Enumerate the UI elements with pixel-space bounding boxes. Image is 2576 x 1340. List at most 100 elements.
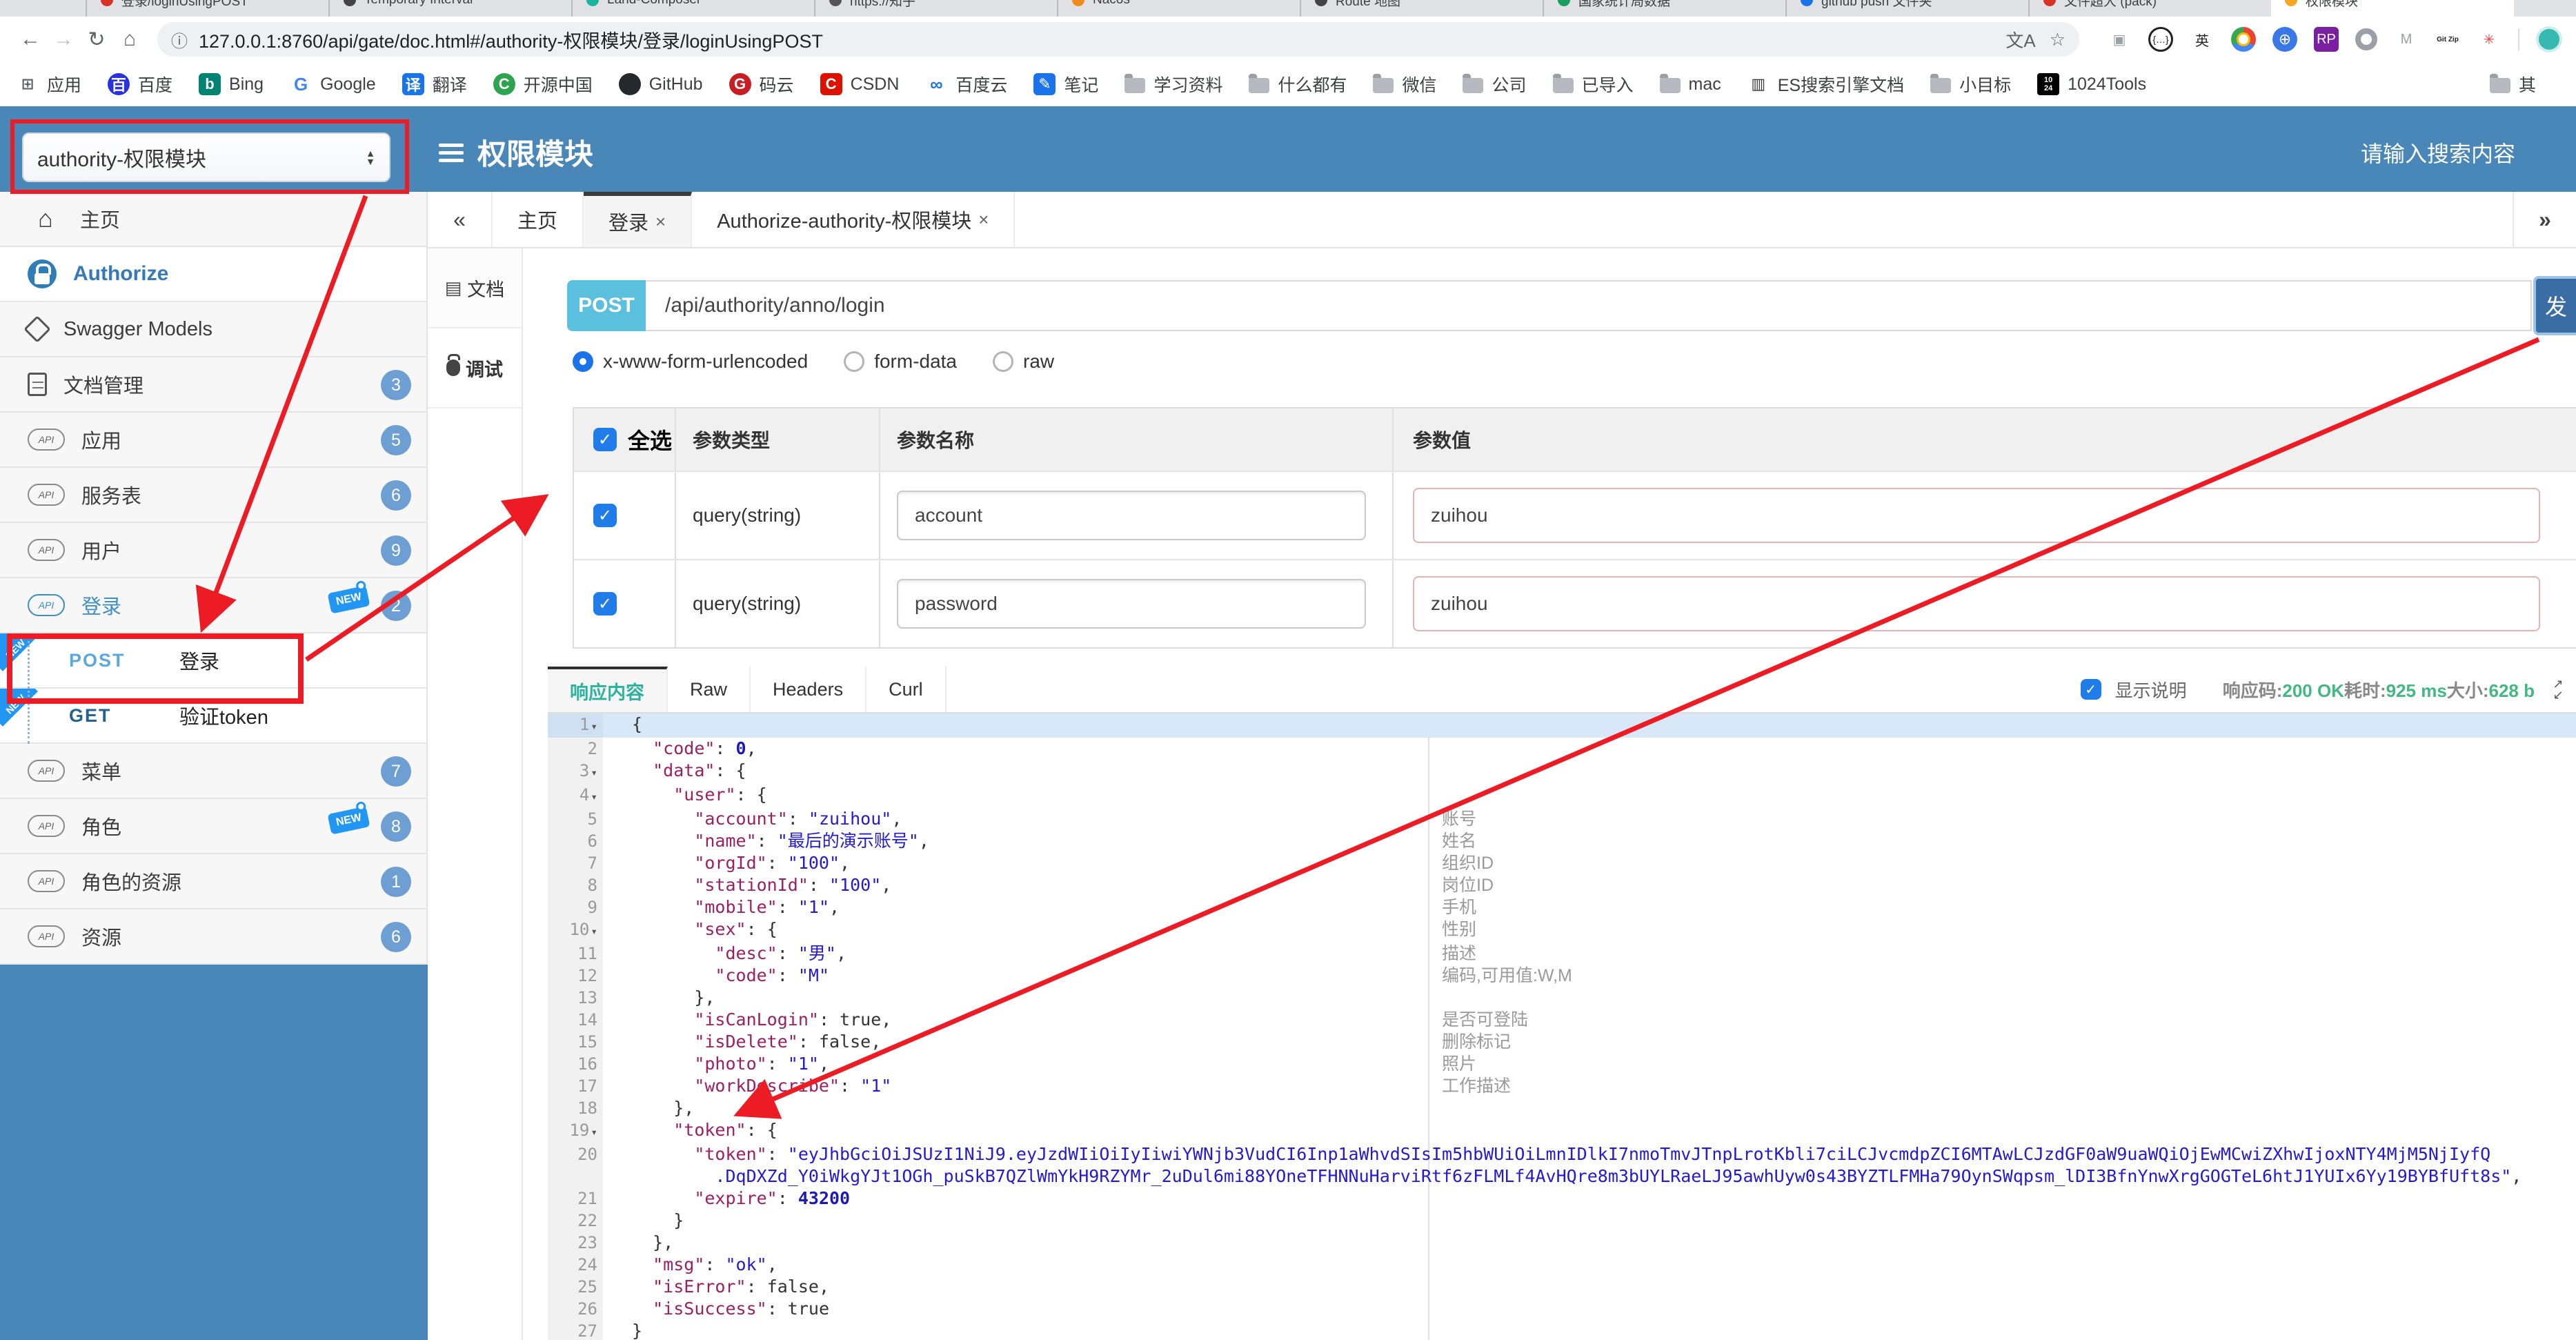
doc-nav-item[interactable]: 文档 xyxy=(428,248,522,328)
line-number[interactable]: 17 xyxy=(548,1075,603,1097)
line-number[interactable]: 3 ▾ xyxy=(548,760,603,784)
content-tab[interactable]: Authorize-authority-权限模块 × xyxy=(692,192,1015,247)
sidebar-item[interactable]: 用户 9 xyxy=(0,523,426,578)
bookmark-star-icon[interactable]: ☆ xyxy=(2050,29,2065,50)
content-tab[interactable]: 登录 × xyxy=(584,192,693,247)
request-url-input[interactable]: /api/authority/anno/login xyxy=(646,280,2532,331)
close-tab-icon[interactable]: × xyxy=(978,209,989,230)
row-checkbox[interactable] xyxy=(593,504,617,527)
param-name-input[interactable]: account xyxy=(897,491,1366,540)
sidebar-item[interactable]: 菜单 7 xyxy=(0,744,426,799)
row-checkbox[interactable] xyxy=(593,592,617,615)
reload-icon[interactable]: ↻ xyxy=(80,28,113,52)
extension-icon[interactable]: 英 xyxy=(2190,27,2215,52)
browser-tab[interactable]: github push 文件夹 xyxy=(1785,0,2028,17)
sidebar-item[interactable]: 登录 NEW 2 xyxy=(0,578,426,633)
line-number[interactable]: 11 xyxy=(548,943,603,965)
line-number[interactable]: 1 ▾ xyxy=(548,713,603,738)
line-number[interactable]: 6 xyxy=(548,830,603,852)
line-number[interactable]: 2 xyxy=(548,738,603,760)
param-name-input[interactable]: password xyxy=(897,579,1366,629)
sidebar-item[interactable]: 资源 6 xyxy=(0,909,426,965)
line-number[interactable]: 21 xyxy=(548,1188,603,1210)
bookmark-item[interactable]: 10 24 1024Tools xyxy=(2037,73,2146,95)
body-type-radio[interactable]: x-www-form-urlencoded xyxy=(573,351,808,373)
bookmark-item[interactable]: 公司 xyxy=(1463,72,1527,97)
bookmark-item[interactable]: 百 百度 xyxy=(108,72,172,97)
fold-caret-icon[interactable]: ▾ xyxy=(591,1125,597,1139)
line-number[interactable]: 20 xyxy=(548,1143,603,1188)
extension-icon[interactable]: {…} xyxy=(2148,27,2173,52)
fold-caret-icon[interactable]: ▾ xyxy=(591,720,597,733)
extension-icon[interactable] xyxy=(2272,27,2297,52)
forward-icon[interactable]: → xyxy=(47,28,80,51)
response-tab[interactable]: Raw xyxy=(668,667,751,712)
sidebar-item[interactable]: Swagger Models xyxy=(0,302,426,357)
fold-caret-icon[interactable]: ▾ xyxy=(591,790,597,803)
menu-toggle-icon[interactable] xyxy=(439,139,464,166)
browser-tab[interactable]: Temporary Interval xyxy=(328,0,571,17)
sidebar-item[interactable]: ⌂ 主页 xyxy=(0,192,426,247)
sidebar-item[interactable]: 角色 NEW 8 xyxy=(0,799,426,854)
close-tab-icon[interactable]: × xyxy=(655,211,666,233)
browser-tab[interactable]: Nacos xyxy=(1057,0,1300,17)
translate-icon[interactable]: 文A xyxy=(2005,27,2035,52)
content-tab[interactable]: 主页 xyxy=(491,192,584,247)
line-number[interactable]: 18 xyxy=(548,1097,603,1119)
show-desc-checkbox[interactable] xyxy=(2080,679,2101,700)
line-number[interactable]: 26 xyxy=(548,1298,603,1320)
module-select[interactable]: authority-权限模块 ▲ ▼ xyxy=(22,132,390,182)
line-number[interactable]: 16 xyxy=(548,1053,603,1075)
bookmark-item[interactable]: ▥ ES搜索引擎文档 xyxy=(1747,72,1904,97)
browser-tab[interactable]: Route 地图 xyxy=(1300,0,1543,17)
line-number[interactable]: 12 xyxy=(548,965,603,987)
overflow-bookmark-folder[interactable]: 其 xyxy=(2489,72,2536,97)
select-all-checkbox[interactable] xyxy=(593,428,617,451)
home-icon[interactable]: ⌂ xyxy=(113,28,146,51)
bookmark-item[interactable]: 学习资料 xyxy=(1124,72,1222,97)
bookmark-item[interactable]: 译 翻译 xyxy=(402,72,467,97)
line-number[interactable]: 9 xyxy=(548,896,603,918)
line-number[interactable]: 27 xyxy=(548,1320,603,1340)
collapse-sidebar-icon[interactable]: « xyxy=(428,192,491,247)
line-number[interactable]: 25 xyxy=(548,1276,603,1298)
param-value-input[interactable]: zuihou xyxy=(1413,488,2540,543)
body-type-radio[interactable]: raw xyxy=(993,351,1054,373)
doc-nav-item[interactable]: 调试 xyxy=(428,328,522,408)
bookmark-item[interactable]: G 码云 xyxy=(729,72,794,97)
fold-caret-icon[interactable]: ▾ xyxy=(591,766,597,779)
line-number[interactable]: 13 xyxy=(548,987,603,1009)
back-icon[interactable]: ← xyxy=(14,28,47,51)
fold-caret-icon[interactable]: ▾ xyxy=(591,925,597,938)
bookmark-item[interactable]: C CSDN xyxy=(820,73,899,95)
response-body-editor[interactable]: 1 ▾ { 2 "code": 0, 3 ▾ "data": {4 ▾ "us… xyxy=(548,713,2576,1340)
line-number[interactable]: 22 xyxy=(548,1210,603,1232)
bookmark-item[interactable]: 小目标 xyxy=(1930,72,2011,97)
more-tabs-icon[interactable]: » xyxy=(2513,192,2576,247)
line-number[interactable]: 14 xyxy=(548,1009,603,1031)
extension-icon[interactable]: ▣ xyxy=(2107,27,2132,52)
extension-icon[interactable]: ✳ xyxy=(2477,27,2501,52)
extension-icon[interactable]: M xyxy=(2394,27,2419,52)
sidebar-item[interactable]: NEW POST 登录 xyxy=(0,633,426,689)
sidebar-item[interactable]: 角色的资源 1 xyxy=(0,854,426,909)
param-value-input[interactable]: zuihou xyxy=(1413,576,2540,631)
sidebar-item[interactable]: 服务表 6 xyxy=(0,468,426,523)
site-info-icon[interactable]: ⓘ xyxy=(171,28,188,52)
extension-icon[interactable] xyxy=(2355,28,2377,50)
bookmark-item[interactable]: GitHub xyxy=(618,73,703,95)
browser-tab[interactable]: Land-Composer xyxy=(571,0,814,17)
response-tab[interactable]: Headers xyxy=(751,667,867,712)
sidebar-item[interactable]: 文档管理 3 xyxy=(0,357,426,413)
line-number[interactable]: 15 xyxy=(548,1031,603,1053)
line-number[interactable]: 7 xyxy=(548,852,603,874)
fullscreen-icon[interactable]: ↗ ↙ xyxy=(2548,678,2568,701)
bookmark-item[interactable]: ✎ 笔记 xyxy=(1033,72,1098,97)
profile-avatar[interactable] xyxy=(2536,26,2562,52)
bookmark-item[interactable]: C 开源中国 xyxy=(493,72,593,97)
line-number[interactable]: 24 xyxy=(548,1254,603,1276)
line-number[interactable]: 10 ▾ xyxy=(548,918,603,943)
browser-tab[interactable]: 国家统计局数据 xyxy=(1543,0,1785,17)
line-number[interactable]: 23 xyxy=(548,1232,603,1254)
browser-tab[interactable]: 权限模块 xyxy=(2271,0,2514,17)
